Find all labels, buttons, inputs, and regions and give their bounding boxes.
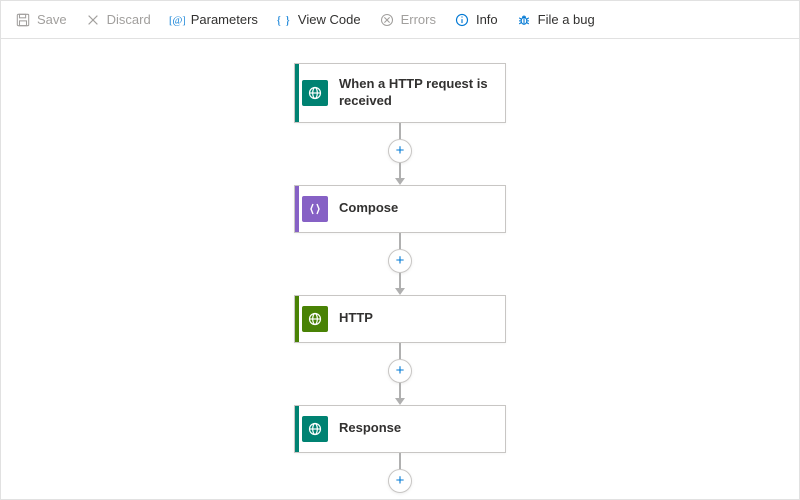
errors-button[interactable]: Errors <box>373 7 446 33</box>
info-button[interactable]: Info <box>448 7 508 33</box>
add-step-button[interactable]: + <box>388 469 412 493</box>
connector-end: + <box>388 453 412 493</box>
node-title: Response <box>331 406 413 452</box>
view-code-button[interactable]: { } View Code <box>270 7 371 33</box>
connector-arrow <box>395 163 405 185</box>
view-code-label: View Code <box>298 12 361 27</box>
code-icon: { } <box>276 12 292 28</box>
discard-icon <box>85 12 101 28</box>
parameters-icon: [@] <box>169 12 185 28</box>
http-trigger-icon <box>302 80 328 106</box>
action-node-compose[interactable]: Compose <box>294 185 506 233</box>
add-step-button[interactable]: + <box>388 249 412 273</box>
designer-canvas[interactable]: When a HTTP request is received + Compos… <box>1 39 799 499</box>
node-icon-cell <box>299 186 331 232</box>
discard-label: Discard <box>107 12 151 27</box>
connector: + <box>388 233 412 295</box>
save-icon <box>15 12 31 28</box>
connector-arrow <box>395 273 405 295</box>
flow: When a HTTP request is received + Compos… <box>1 63 799 493</box>
action-node-response[interactable]: Response <box>294 405 506 453</box>
add-step-button[interactable]: + <box>388 139 412 163</box>
file-bug-label: File a bug <box>538 12 595 27</box>
connector-arrow <box>395 383 405 405</box>
svg-text:[@]: [@] <box>169 15 185 26</box>
connector-line <box>399 123 401 139</box>
parameters-button[interactable]: [@] Parameters <box>163 7 268 33</box>
errors-label: Errors <box>401 12 436 27</box>
connector: + <box>388 343 412 405</box>
connector-line <box>399 233 401 249</box>
node-icon-cell <box>299 406 331 452</box>
node-icon-cell <box>299 296 331 342</box>
node-icon-cell <box>299 64 331 122</box>
save-button[interactable]: Save <box>9 7 77 33</box>
connector: + <box>388 123 412 185</box>
info-icon <box>454 12 470 28</box>
http-action-icon <box>302 306 328 332</box>
file-bug-button[interactable]: File a bug <box>510 7 605 33</box>
save-label: Save <box>37 12 67 27</box>
response-icon <box>302 416 328 442</box>
discard-button[interactable]: Discard <box>79 7 161 33</box>
node-title: When a HTTP request is received <box>331 64 505 122</box>
parameters-label: Parameters <box>191 12 258 27</box>
action-node-http[interactable]: HTTP <box>294 295 506 343</box>
node-title: Compose <box>331 186 410 232</box>
toolbar: Save Discard [@] Parameters { } View Cod… <box>1 1 799 39</box>
compose-icon <box>302 196 328 222</box>
info-label: Info <box>476 12 498 27</box>
trigger-node-http-request[interactable]: When a HTTP request is received <box>294 63 506 123</box>
errors-icon <box>379 12 395 28</box>
add-step-button[interactable]: + <box>388 359 412 383</box>
connector-line <box>399 343 401 359</box>
svg-text:{ }: { } <box>276 13 291 27</box>
bug-icon <box>516 12 532 28</box>
node-title: HTTP <box>331 296 385 342</box>
connector-line <box>399 453 401 469</box>
